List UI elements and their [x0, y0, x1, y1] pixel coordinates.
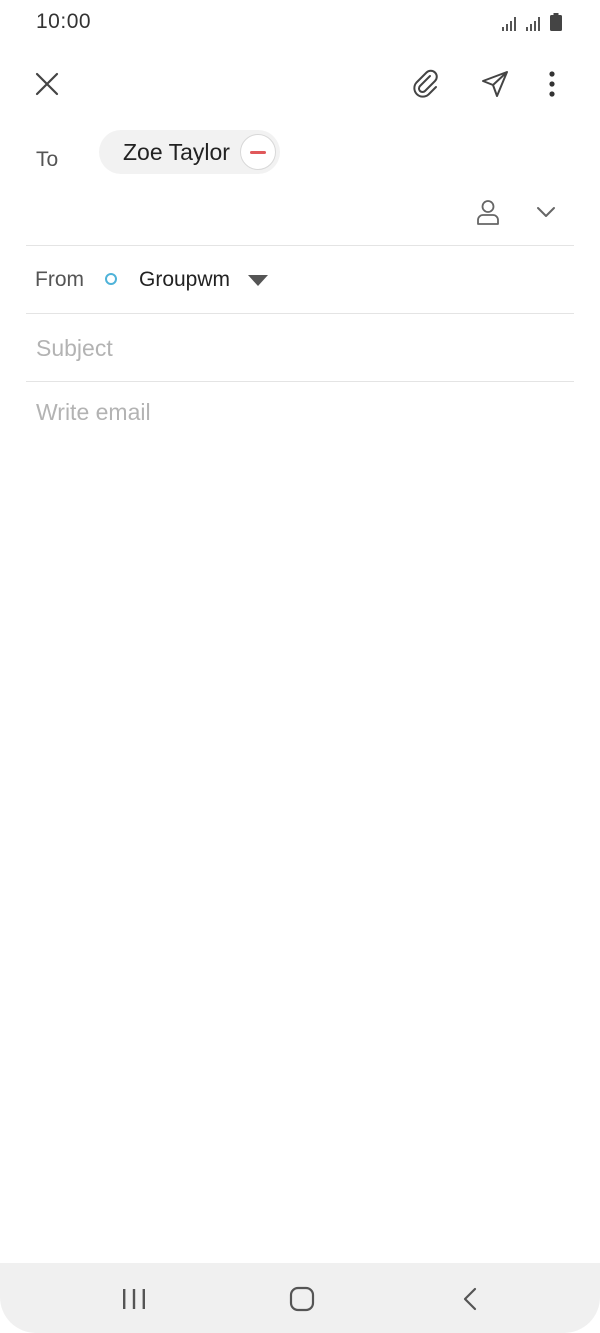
more-vertical-icon [549, 71, 555, 97]
divider [26, 313, 574, 314]
add-contact-button[interactable] [464, 190, 512, 234]
paperclip-icon [413, 69, 438, 98]
to-label: To [36, 148, 59, 171]
account-color-dot [105, 273, 117, 285]
chevron-down-icon [537, 207, 555, 217]
from-account: Groupwm [139, 268, 231, 291]
subject-input[interactable] [36, 328, 566, 368]
from-label: From [35, 268, 84, 291]
remove-icon [249, 150, 266, 154]
compose-toolbar [0, 56, 600, 112]
signal-icon [526, 17, 540, 31]
recipient-name: Zoe Taylor [123, 138, 230, 165]
back-icon [463, 1287, 477, 1311]
home-icon [289, 1286, 315, 1312]
status-icons [502, 11, 562, 31]
more-options-button[interactable] [524, 56, 580, 112]
close-button[interactable] [19, 56, 75, 112]
divider [26, 381, 574, 382]
send-icon [482, 71, 508, 97]
from-row: From Groupwm [0, 250, 600, 310]
status-time: 10:00 [36, 10, 92, 33]
home-button[interactable] [257, 1273, 347, 1325]
email-body-input[interactable] [36, 398, 566, 1238]
remove-recipient-button[interactable] [239, 134, 276, 170]
recipient-chip[interactable]: Zoe Taylor [99, 130, 280, 174]
navigation-bar [0, 1263, 600, 1333]
caret-down-icon [248, 275, 268, 286]
recents-icon [123, 1289, 145, 1309]
person-icon [477, 200, 499, 225]
expand-recipients-button[interactable] [522, 190, 570, 234]
send-button[interactable] [467, 56, 523, 112]
battery-icon [550, 13, 562, 31]
close-icon [35, 72, 59, 96]
status-bar: 10:00 [0, 0, 600, 44]
recents-button[interactable] [89, 1273, 179, 1325]
signal-icon [502, 17, 516, 31]
divider [26, 245, 574, 246]
back-button[interactable] [425, 1273, 515, 1325]
attach-button[interactable] [398, 56, 454, 112]
